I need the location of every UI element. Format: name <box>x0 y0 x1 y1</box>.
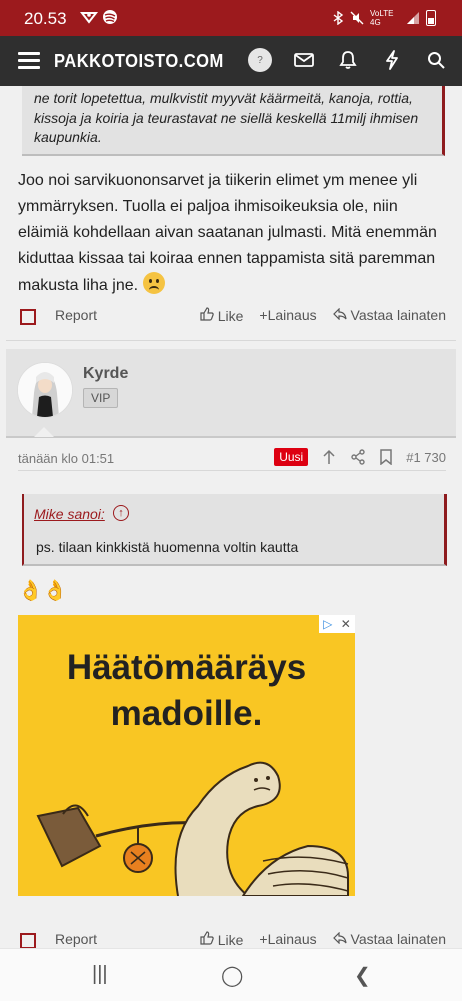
home-button[interactable]: ◯ <box>221 963 243 988</box>
lightning-icon[interactable] <box>380 48 404 72</box>
thumbs-up-icon <box>200 931 214 945</box>
recent-apps-button[interactable]: ||| <box>92 963 108 986</box>
network-type: VoLTE 4G <box>370 9 394 27</box>
header-actions: ? <box>248 48 448 72</box>
bluetooth-icon <box>333 11 344 25</box>
search-icon[interactable] <box>424 48 448 72</box>
site-logo[interactable]: PAKKOTOISTO.COM <box>54 51 224 72</box>
quote-button[interactable]: +Lainaus <box>259 931 316 948</box>
quote-block: Mike sanoi: ↑ ps. tilaan kinkkistä huome… <box>22 494 447 566</box>
quote-line: kaupunkia. <box>34 129 102 145</box>
post-author-header: Kyrde VIP <box>6 349 456 438</box>
post-meta: tänään klo 01:51 Uusi #1 730 <box>18 448 446 470</box>
user-badge: VIP <box>83 388 119 408</box>
user-avatar[interactable]: ? <box>248 48 272 72</box>
quote-button[interactable]: +Lainaus <box>259 307 316 324</box>
reply-label: Vastaa lainaten <box>350 307 446 323</box>
post-number[interactable]: #1 730 <box>406 450 446 465</box>
like-button[interactable]: Like <box>200 307 244 324</box>
ad-headline-line2: madoille. <box>110 694 263 733</box>
author-avatar[interactable] <box>17 362 73 418</box>
post-body: Joo noi sarvikuononsarvet ja tiikerin el… <box>18 168 448 299</box>
site-header: PAKKOTOISTO.COM ? <box>0 36 462 86</box>
quote-text: ps. tilaan kinkkistä huomenna voltin kau… <box>36 539 299 555</box>
go-to-quote-icon[interactable]: ↑ <box>113 505 129 521</box>
reply-button[interactable]: Vastaa lainaten <box>332 307 446 324</box>
select-checkbox[interactable] <box>20 933 36 949</box>
reply-button[interactable]: Vastaa lainaten <box>332 931 446 948</box>
mail-icon[interactable] <box>292 48 316 72</box>
reply-label: Vastaa lainaten <box>350 931 446 947</box>
post-date[interactable]: tänään klo 01:51 <box>18 451 114 466</box>
arrow-up-icon[interactable] <box>322 449 336 465</box>
author-name[interactable]: Kyrde <box>83 365 128 383</box>
thumbs-up-icon <box>200 307 214 321</box>
battery-icon <box>426 10 436 26</box>
report-link[interactable]: Report <box>55 931 97 947</box>
sad-face-icon <box>142 272 165 294</box>
ad-headline-line1: Häätömääräys <box>66 648 307 687</box>
mute-icon <box>350 11 364 25</box>
new-badge: Uusi <box>274 448 309 466</box>
signal-icon <box>407 12 419 24</box>
header-pointer <box>34 427 54 437</box>
ad-info-icon[interactable]: ▷ <box>323 617 332 631</box>
ad-close-icon[interactable]: ✕ <box>341 617 351 631</box>
system-navigation-bar: ||| ◯ ❮ <box>0 948 462 1001</box>
status-bar: 20.53 VoLTE 4G <box>0 0 462 36</box>
avatar-placeholder: ? <box>248 48 272 72</box>
post-actions: Report Like +Lainaus Vastaa lainaten <box>18 304 446 328</box>
select-checkbox[interactable] <box>20 309 36 325</box>
reply-icon <box>332 307 347 321</box>
ad-choices-badge[interactable]: ▷ ✕ <box>319 615 355 633</box>
quote-attribution-link[interactable]: Mike sanoi: <box>34 506 105 522</box>
status-notification-icons <box>79 9 132 28</box>
bookmark-icon[interactable] <box>380 449 392 465</box>
ok-hand-emoji: 👌👌 <box>18 580 68 602</box>
quote-line: kissoja ja koiria ja teurastavat ne siel… <box>34 109 419 126</box>
post-body-text: Joo noi sarvikuononsarvet ja tiikerin el… <box>18 172 437 294</box>
advertisement[interactable]: ▷ ✕ Häätömääräys madoille. <box>18 615 355 896</box>
quote-block: ne torit lopetettua, mulkvistit myyvät k… <box>22 86 445 156</box>
back-button[interactable]: ❮ <box>354 963 371 988</box>
like-label: Like <box>217 308 244 324</box>
notification-icons <box>79 10 117 24</box>
quote-label: Lainaus <box>267 931 317 947</box>
status-time: 20.53 <box>24 9 67 28</box>
quote-line: ne torit lopetettua, mulkvistit myyvät k… <box>34 90 413 106</box>
like-label: Like <box>217 932 244 948</box>
reply-icon <box>332 931 347 945</box>
report-link[interactable]: Report <box>55 307 97 323</box>
quote-label: Lainaus <box>267 307 317 323</box>
divider <box>18 470 446 471</box>
share-icon[interactable] <box>350 449 366 465</box>
status-system-icons: VoLTE 4G <box>332 9 436 27</box>
bell-icon[interactable] <box>336 48 360 72</box>
divider <box>6 340 456 341</box>
ad-illustration <box>36 761 349 896</box>
menu-icon[interactable] <box>18 52 40 70</box>
like-button[interactable]: Like <box>200 931 244 948</box>
